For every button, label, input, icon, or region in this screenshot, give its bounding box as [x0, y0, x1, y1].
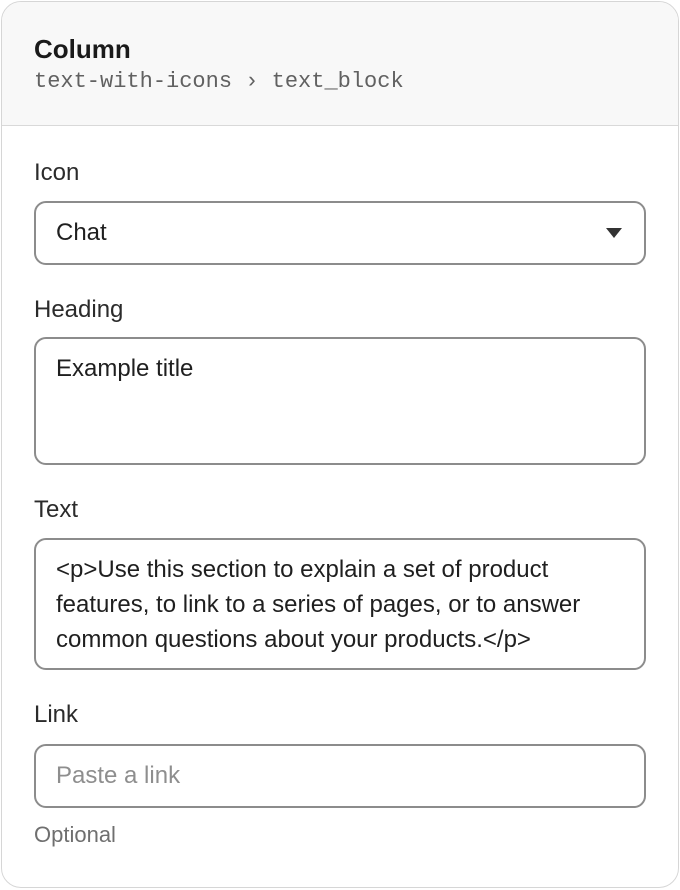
text-label: Text: [34, 496, 79, 523]
link-input-placeholder: Paste a link: [56, 762, 181, 789]
panel-body: Icon Chat Heading Example title Text <p>…: [2, 158, 678, 849]
icon-select-value: Chat: [56, 219, 107, 246]
heading-label: Heading: [34, 296, 124, 323]
text-textarea[interactable]: <p>Use this section to explain a set of …: [34, 538, 646, 670]
link-input[interactable]: Paste a link: [34, 744, 646, 808]
panel-title: Column: [34, 34, 131, 64]
breadcrumb: text-with-icons › text_block: [34, 69, 404, 94]
icon-label: Icon: [34, 159, 80, 186]
link-label: Link: [34, 701, 79, 728]
settings-panel: Column text-with-icons › text_block Icon…: [1, 1, 679, 888]
heading-textarea[interactable]: Example title: [34, 337, 646, 465]
chevron-down-icon: [606, 228, 622, 238]
panel-header: Column text-with-icons › text_block: [2, 2, 678, 126]
icon-select[interactable]: Chat: [34, 201, 646, 265]
link-hint: Optional: [34, 822, 116, 847]
